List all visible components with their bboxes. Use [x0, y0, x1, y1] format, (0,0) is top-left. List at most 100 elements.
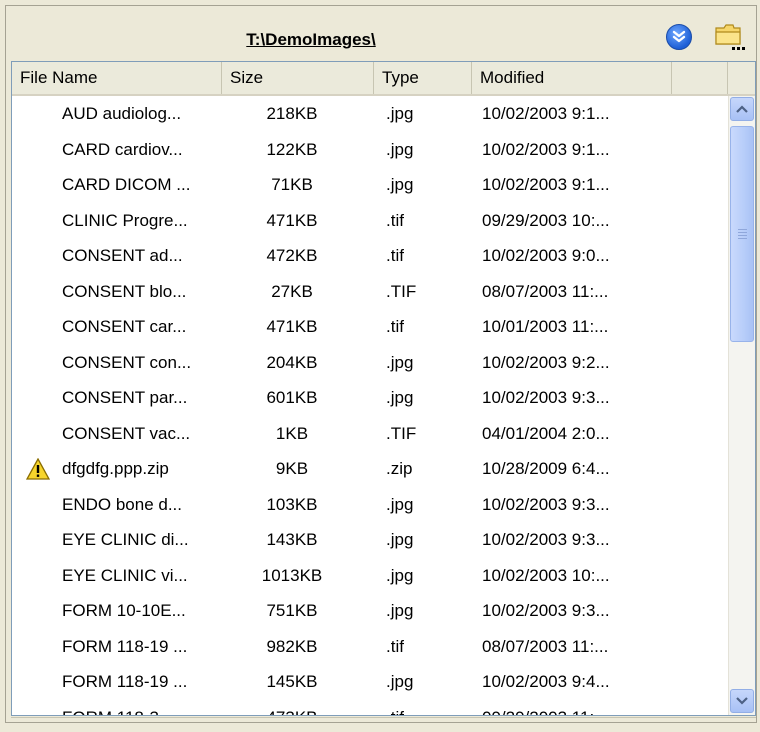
chevron-down-icon [736, 697, 748, 705]
file-modified-cell: 09/29/2003 11:... [482, 700, 608, 716]
table-row[interactable]: CONSENT con... 204KB .jpg 10/02/2003 9:2... [12, 345, 722, 381]
file-type-cell: .TIF [386, 423, 417, 443]
file-browser-panel: T:\DemoImages\ File Name Size Type Modif… [5, 5, 757, 723]
file-modified-cell: 10/02/2003 9:0... [482, 246, 610, 265]
table-row[interactable]: CONSENT blo... 27KB .TIF 08/07/2003 11:... [12, 274, 722, 310]
file-name-cell: EYE CLINIC vi... [62, 565, 188, 585]
table-row[interactable]: CARD DICOM ... 71KB .jpg 10/02/2003 9:1... [12, 167, 722, 203]
file-type-cell: .tif [386, 317, 404, 336]
file-modified-cell: 10/01/2003 11:... [482, 317, 609, 336]
column-header-file-name[interactable]: File Name [12, 62, 222, 94]
file-name-cell: FORM 118-19 ... [62, 672, 188, 691]
scroll-down-button[interactable] [730, 689, 754, 713]
file-modified-cell: 10/02/2003 9:1... [482, 175, 610, 194]
column-header-size[interactable]: Size [222, 62, 374, 94]
file-name-cell: CONSENT blo... [62, 281, 187, 301]
column-header-modified[interactable]: Modified [472, 62, 672, 94]
warning-icon [26, 458, 50, 480]
table-row[interactable]: EYE CLINIC di... 143KB .jpg 10/02/2003 9:3.… [12, 522, 722, 558]
folder-path-link[interactable]: T:\DemoImages\ [6, 30, 756, 50]
file-name-cell: FORM 118-3 ... [62, 700, 178, 716]
file-size-cell: 145KB [266, 672, 318, 691]
file-modified-cell: 10/02/2003 9:3... [482, 601, 610, 620]
file-modified-cell: 10/02/2003 9:3... [482, 494, 610, 514]
file-type-cell: .jpg [386, 104, 414, 123]
file-name-cell: CONSENT vac... [62, 423, 191, 443]
chevron-up-icon [736, 105, 748, 113]
file-name-cell: CARD cardiov... [62, 139, 183, 159]
file-size-cell: 1KB [275, 423, 309, 443]
table-row[interactable]: AUD audiolog... 218KB .jpg 10/02/2003 9:1..… [12, 96, 722, 132]
table-row[interactable]: CONSENT par... 601KB .jpg 10/02/2003 9:3... [12, 380, 722, 416]
file-modified-cell: 10/28/2009 6:4... [482, 459, 610, 478]
file-modified-cell: 08/07/2003 11:... [482, 636, 609, 656]
table-row[interactable]: CLINIC Progre... 471KB .tif 09/29/2003 10:.… [12, 203, 722, 239]
file-name-cell: FORM 118-19 ... [62, 636, 188, 656]
file-modified-cell: 04/01/2004 2:0... [482, 423, 610, 443]
table-row[interactable]: CONSENT vac... 1KB .TIF 04/01/2004 2:0... [12, 416, 722, 452]
file-modified-cell: 10/02/2003 9:2... [482, 352, 610, 372]
file-type-cell: .jpg [386, 175, 414, 194]
scroll-up-button[interactable] [730, 97, 754, 121]
file-size-cell: 9KB [275, 459, 309, 478]
file-modified-cell: 09/29/2003 10:... [482, 210, 610, 230]
file-type-cell: .jpg [386, 565, 414, 585]
file-modified-cell: 10/02/2003 9:1... [482, 139, 610, 159]
file-size-cell: 751KB [266, 601, 318, 620]
file-size-cell: 982KB [266, 636, 318, 656]
table-row[interactable]: FORM 10-10E... 751KB .jpg 10/02/2003 9:3... [12, 593, 722, 629]
file-size-cell: 71KB [271, 175, 313, 194]
table-row[interactable]: CONSENT ad... 472KB .tif 10/02/2003 9:0... [12, 238, 722, 274]
column-header-spacer [672, 62, 728, 94]
file-size-cell: 218KB [266, 104, 318, 123]
file-size-cell: 471KB [266, 210, 318, 230]
file-name-cell: CONSENT con... [62, 352, 192, 372]
file-type-cell: .jpg [386, 139, 414, 159]
file-type-cell: .jpg [386, 672, 414, 691]
file-modified-cell: 08/07/2003 11:... [482, 281, 609, 301]
file-modified-cell: 10/02/2003 9:1... [482, 104, 610, 123]
column-header: File Name Size Type Modified [12, 62, 755, 96]
file-type-cell: .tif [386, 246, 404, 265]
file-type-cell: .zip [386, 459, 413, 478]
file-size-cell: 204KB [266, 352, 318, 372]
table-row[interactable]: FORM 118-3 ... 473KB .tif 09/29/2003 11:... [12, 700, 722, 716]
file-type-cell: .jpg [386, 352, 414, 372]
file-type-cell: .jpg [386, 601, 414, 620]
file-size-cell: 471KB [266, 317, 318, 336]
folder-path-text[interactable]: T:\DemoImages\ [246, 30, 375, 49]
file-modified-cell: 10/02/2003 10:... [482, 565, 610, 585]
column-header-type[interactable]: Type [374, 62, 472, 94]
expand-circle-icon[interactable] [666, 24, 692, 50]
table-row[interactable]: FORM 118-19 ... 145KB .jpg 10/02/2003 9:4..… [12, 664, 722, 700]
file-type-cell: .tif [386, 636, 404, 656]
file-name-cell: dfgdfg.ppp.zip [62, 459, 169, 478]
scroll-thumb[interactable] [730, 126, 754, 342]
file-name-cell: CONSENT ad... [62, 246, 183, 265]
file-name-cell: CLINIC Progre... [62, 210, 188, 230]
file-type-cell: .TIF [386, 281, 417, 301]
file-name-cell: AUD audiolog... [62, 104, 182, 123]
table-row[interactable]: dfgdfg.ppp.zip 9KB .zip 10/28/2009 6:4... [12, 451, 722, 487]
browse-folder-icon[interactable] [713, 20, 745, 52]
file-type-cell: .jpg [386, 494, 414, 514]
file-size-cell: 472KB [266, 246, 318, 265]
file-size-cell: 601KB [266, 388, 318, 407]
file-type-cell: .tif [386, 210, 404, 230]
double-chevron-down-icon [672, 30, 686, 43]
file-modified-cell: 10/02/2003 9:3... [482, 388, 610, 407]
file-size-cell: 473KB [237, 700, 347, 716]
table-row[interactable]: CONSENT car... 471KB .tif 10/01/2003 11:... [12, 309, 722, 345]
file-name-cell: EYE CLINIC di... [62, 530, 189, 549]
table-row[interactable]: EYE CLINIC vi... 1013KB .jpg 10/02/2003 10:… [12, 558, 722, 594]
file-size-cell: 27KB [271, 281, 313, 301]
table-row[interactable]: CARD cardiov... 122KB .jpg 10/02/2003 9:1..… [12, 132, 722, 168]
file-list: File Name Size Type Modified AUD audiolo… [11, 61, 756, 716]
file-size-cell: 143KB [266, 530, 318, 549]
vertical-scrollbar[interactable] [728, 96, 755, 715]
file-modified-cell: 10/02/2003 9:4... [482, 672, 610, 691]
file-name-cell: CONSENT par... [62, 388, 188, 407]
file-name-cell: FORM 10-10E... [62, 601, 186, 620]
table-row[interactable]: FORM 118-19 ... 982KB .tif 08/07/2003 11:..… [12, 629, 722, 665]
table-row[interactable]: ENDO bone d... 103KB .jpg 10/02/2003 9:3... [12, 487, 722, 523]
